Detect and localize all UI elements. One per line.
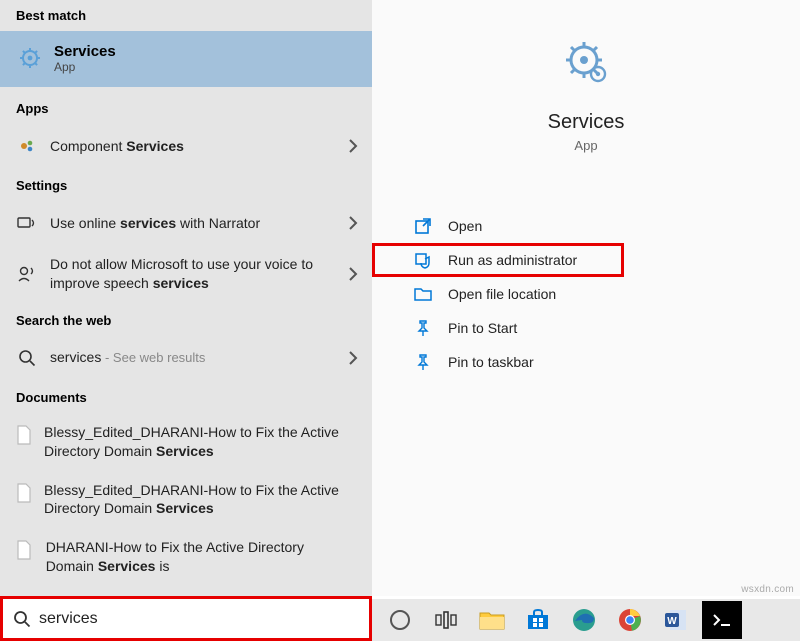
- section-header-documents: Documents: [0, 380, 372, 413]
- section-header-web: Search the web: [0, 303, 372, 336]
- action-pin-to-taskbar[interactable]: Pin to taskbar: [372, 345, 800, 379]
- web-result-label: services - See web results: [50, 348, 356, 367]
- action-run-as-administrator[interactable]: Run as administrator: [372, 243, 624, 277]
- action-label: Open file location: [448, 286, 556, 302]
- section-header-apps: Apps: [0, 87, 372, 124]
- preview-title: Services: [372, 111, 800, 134]
- settings-result-narrator[interactable]: Use online services with Narrator: [0, 201, 372, 245]
- microsoft-store-icon[interactable]: [518, 601, 558, 639]
- section-header-best-match: Best match: [0, 0, 372, 31]
- web-result[interactable]: services - See web results: [0, 336, 372, 380]
- chevron-right-icon: [348, 351, 358, 365]
- best-match-sub: App: [54, 60, 116, 74]
- search-results-panel: Best match Services App Apps Component S…: [0, 0, 372, 596]
- settings-result-label: Use online services with Narrator: [50, 214, 356, 233]
- pin-icon: [412, 353, 434, 371]
- open-icon: [412, 217, 434, 235]
- best-match-title: Services: [54, 43, 116, 60]
- section-header-settings: Settings: [0, 168, 372, 201]
- document-icon: [16, 540, 34, 560]
- document-result[interactable]: Blessy_Edited_DHARANI-How to Fix the Act…: [0, 471, 372, 529]
- action-pin-to-start[interactable]: Pin to Start: [372, 311, 800, 345]
- best-match-item[interactable]: Services App: [0, 31, 372, 87]
- document-label: DHARANI-How to Fix the Active Directory …: [46, 538, 356, 576]
- action-label: Run as administrator: [448, 252, 577, 268]
- speech-icon: [16, 265, 38, 283]
- search-box[interactable]: [0, 596, 372, 641]
- chevron-right-icon: [348, 216, 358, 230]
- document-icon: [16, 425, 32, 445]
- edge-icon[interactable]: [564, 601, 604, 639]
- taskbar: W: [372, 599, 800, 641]
- document-result[interactable]: DHARANI-How to Fix the Active Directory …: [0, 528, 372, 586]
- search-icon: [16, 349, 38, 367]
- settings-result-label: Do not allow Microsoft to use your voice…: [50, 255, 356, 293]
- watermark: wsxdn.com: [741, 584, 794, 595]
- search-input[interactable]: [39, 610, 359, 628]
- folder-icon: [412, 286, 434, 302]
- apps-result-label: Component Services: [50, 137, 356, 156]
- document-label: Blessy_Edited_DHARANI-How to Fix the Act…: [44, 423, 356, 461]
- task-view-icon[interactable]: [426, 601, 466, 639]
- action-open-file-location[interactable]: Open file location: [372, 277, 800, 311]
- apps-result-component-services[interactable]: Component Services: [0, 124, 372, 168]
- action-label: Pin to taskbar: [448, 354, 534, 370]
- search-icon: [13, 610, 31, 628]
- document-result[interactable]: Blessy_Edited_DHARANI-How to Fix the Act…: [0, 413, 372, 471]
- gear-icon: [16, 44, 44, 72]
- document-label: Blessy_Edited_DHARANI-How to Fix the Act…: [44, 481, 356, 519]
- document-icon: [16, 483, 32, 503]
- settings-result-speech[interactable]: Do not allow Microsoft to use your voice…: [0, 245, 372, 303]
- file-explorer-icon[interactable]: [472, 601, 512, 639]
- preview-subtitle: App: [372, 138, 800, 153]
- svg-text:W: W: [667, 616, 677, 627]
- action-label: Pin to Start: [448, 320, 517, 336]
- narrator-icon: [16, 215, 38, 231]
- component-services-icon: [16, 137, 38, 155]
- chevron-right-icon: [348, 267, 358, 281]
- cortana-icon[interactable]: [380, 601, 420, 639]
- chrome-icon[interactable]: [610, 601, 650, 639]
- shield-icon: [412, 251, 434, 269]
- preview-panel: Services App Open Run as administrator O…: [372, 0, 800, 596]
- word-icon[interactable]: W: [656, 601, 696, 639]
- gear-icon: [562, 38, 610, 86]
- chevron-right-icon: [348, 139, 358, 153]
- pin-icon: [412, 319, 434, 337]
- action-open[interactable]: Open: [372, 209, 800, 243]
- terminal-icon[interactable]: [702, 601, 742, 639]
- action-label: Open: [448, 218, 482, 234]
